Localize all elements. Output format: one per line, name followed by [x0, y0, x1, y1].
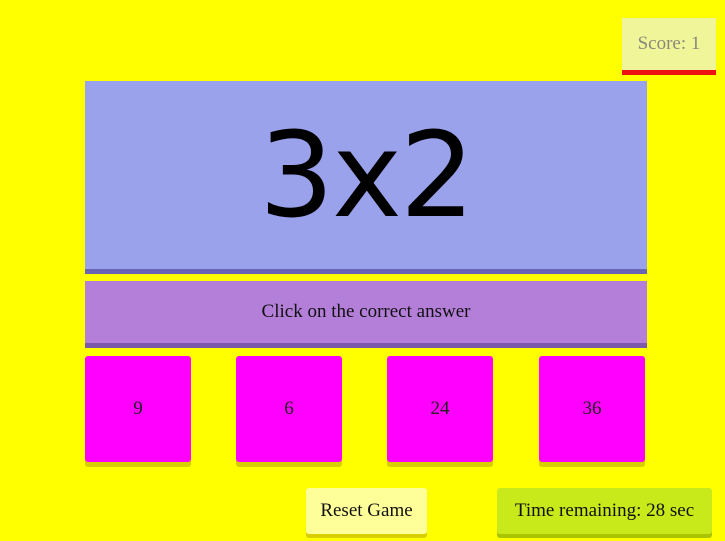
- reset-game-label: Reset Game: [320, 500, 413, 521]
- reset-game-button[interactable]: Reset Game: [306, 488, 427, 534]
- score-text: Score: 1: [637, 33, 701, 54]
- time-remaining-display: Time remaining: 28 sec: [497, 488, 712, 534]
- time-remaining-text: Time remaining: 28 sec: [514, 500, 695, 521]
- answer-choice-4[interactable]: 36: [539, 356, 645, 462]
- instruction-text: Click on the correct answer: [261, 301, 471, 322]
- answer-choice-label: 24: [430, 398, 450, 419]
- answer-choice-label: 6: [284, 398, 294, 419]
- answer-choice-3[interactable]: 24: [387, 356, 493, 462]
- score-display: Score: 1: [622, 18, 716, 75]
- answer-choice-label: 9: [133, 398, 143, 419]
- question-text: 3x2: [259, 106, 475, 244]
- question-panel: 3x2: [85, 81, 647, 274]
- answer-choice-1[interactable]: 9: [85, 356, 191, 462]
- answer-choice-label: 36: [582, 398, 602, 419]
- answer-choice-2[interactable]: 6: [236, 356, 342, 462]
- instruction-panel: Click on the correct answer: [85, 281, 647, 348]
